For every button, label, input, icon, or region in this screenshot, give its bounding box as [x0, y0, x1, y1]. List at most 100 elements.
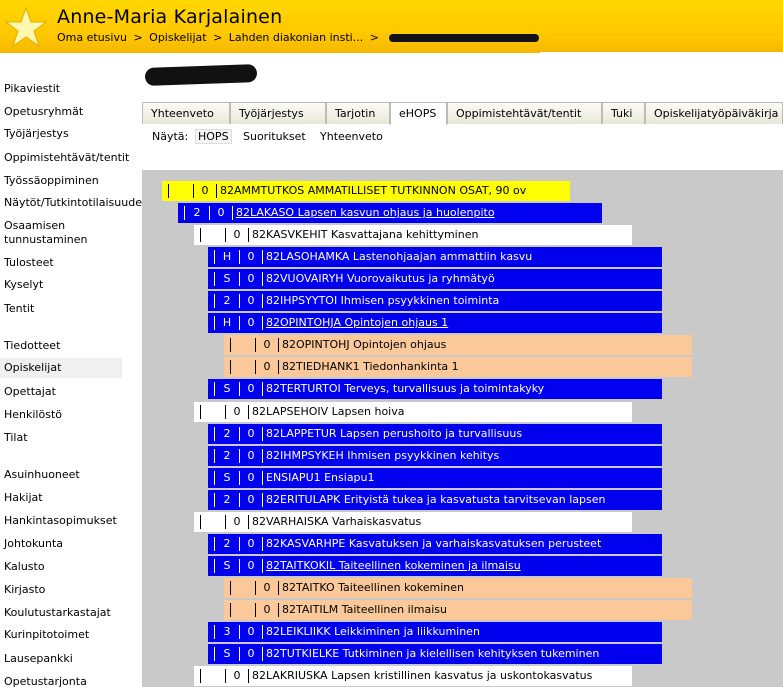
sidebar-item-lausepankki[interactable]: Lausepankki	[4, 652, 73, 665]
breadcrumb-item-home[interactable]: Oma etusivu	[57, 31, 127, 44]
tree-row[interactable]: 0 82LAKRIUSKA Lapsen kristillinen kasvatu…	[194, 666, 632, 686]
tree-row[interactable]: S 0 82TAITKOKIL Taiteellinen kokeminen ja …	[208, 556, 662, 576]
tree-row-separator	[239, 250, 240, 264]
tree-row-credits: 0	[247, 382, 255, 395]
sidebar-item-tunnustaminen[interactable]: tunnustaminen	[4, 233, 87, 246]
tree-row[interactable]: 0 82KASVKEHIT Kasvattajana kehittyminen	[194, 225, 632, 245]
sidebar-item-naytot[interactable]: Näytöt/Tutkintotilaisuudet	[4, 196, 146, 209]
tab-ehops[interactable]: eHOPS	[390, 102, 447, 125]
sidebar-item-opetusryhmat[interactable]: Opetusryhmät	[4, 105, 83, 118]
tree-row-credits: 0	[247, 427, 255, 440]
tree-row[interactable]: 0 82AMMTUTKOS AMMATILLISET TUTKINNON OSAT…	[162, 181, 570, 201]
tree-row[interactable]: S 0 82VUOVAIRYH Vuorovaikutus ja ryhmätyö	[208, 269, 662, 289]
tree-row[interactable]: 0 82TAITKO Taiteellinen kokeminen	[224, 578, 692, 598]
tree-row-separator	[200, 669, 201, 683]
tree-row[interactable]: S 0 ENSIAPU1 Ensiapu1	[208, 468, 662, 488]
breadcrumb-item-students[interactable]: Opiskelijat	[149, 31, 206, 44]
sidebar-item-opetustarjonta[interactable]: Opetustarjonta	[4, 675, 87, 687]
app-window: Anne-Maria Karjalainen Oma etusivu > Opi…	[0, 0, 783, 687]
sidebar-item-opettajat[interactable]: Opettajat	[4, 385, 56, 398]
sidebar-item-kyselyt[interactable]: Kyselyt	[4, 278, 43, 291]
tree-row-separator	[232, 206, 233, 220]
tree-row[interactable]: 0 82TIEDHANK1 Tiedonhankinta 1	[224, 357, 692, 377]
sidebar-item-hankintasopimukset[interactable]: Hankintasopimukset	[4, 514, 117, 527]
tab-tuki[interactable]: Tuki	[602, 102, 645, 124]
sidebar-item-tilat[interactable]: Tilat	[4, 431, 28, 444]
sidebar-item-tyossaoppiminen[interactable]: Työssäoppiminen	[4, 174, 99, 187]
tree-row-label: 82LAPSEHOIV Lapsen hoiva	[252, 405, 405, 418]
tree-row-separator	[214, 625, 215, 639]
sidebar-item-kalusto[interactable]: Kalusto	[4, 560, 45, 573]
view-selector-label: Näytä:	[152, 130, 189, 143]
tree-row-separator	[230, 603, 231, 617]
tree-row-status: S	[223, 471, 231, 484]
sidebar-item-osaamisen[interactable]: Osaamisen	[4, 219, 65, 232]
tree-row[interactable]: H 0 82LASOHAMKA Lastenohjaajan ammattiin k…	[208, 247, 662, 267]
tree-row[interactable]: 2 0 82KASVARHPE Kasvatuksen ja varhaiskasv…	[208, 534, 662, 554]
tree-row-separator	[214, 537, 215, 551]
sidebar-item-pikaviestit[interactable]: Pikaviestit	[4, 82, 60, 95]
tree-row-separator	[230, 581, 231, 595]
tab-bar: Yhteenveto Työjärjestys Tarjotin eHOPS O…	[142, 102, 783, 125]
sidebar-item-hakijat[interactable]: Hakijat	[4, 491, 43, 504]
tree-row[interactable]: S 0 82TUTKIELKE Tutkiminen ja kielellisen …	[208, 644, 662, 664]
breadcrumb-item-institution[interactable]: Lahden diakonian insti...	[229, 31, 363, 44]
tab-tyojarjestys[interactable]: Työjärjestys	[230, 102, 326, 124]
tree-row-label: 82TAITKO Taiteellinen kokeminen	[282, 581, 464, 594]
breadcrumb-separator: >	[133, 31, 143, 44]
tree-row[interactable]: 0 82TAITILM Taiteellinen ilmaisu	[224, 600, 692, 620]
tree-row[interactable]: H 0 82OPINTOHJA Opintojen ohjaus 1	[208, 313, 662, 333]
tree-row-status: 2	[223, 294, 231, 307]
tree-row-label: 82LAPPETUR Lapsen perushoito ja turvalli…	[266, 427, 523, 440]
tree-row-separator	[200, 515, 201, 529]
tree-row[interactable]: 3 0 82LEIKLIIKK Leikkiminen ja liikkuminen	[208, 622, 662, 642]
tree-row-label: 82TAITILM Taiteellinen ilmaisu	[282, 603, 447, 616]
view-option-yhteenveto[interactable]: Yhteenveto	[320, 130, 383, 143]
tab-opiskelijatyopaivakirja[interactable]: Opiskelijatyöpäiväkirja	[645, 102, 783, 124]
tree-row-separator	[262, 647, 263, 661]
tree-row-separator	[214, 272, 215, 286]
tree-row[interactable]: 2 0 82LAPPETUR Lapsen perushoito ja turval…	[208, 424, 662, 444]
view-option-hops[interactable]: HOPS	[195, 129, 232, 144]
tree-row-credits: 0	[247, 294, 255, 307]
tree-row[interactable]: 2 0 82IHPSYYTOI Ihmisen psyykkinen toimint…	[208, 291, 662, 311]
tree-row[interactable]: 0 82LAPSEHOIV Lapsen hoiva	[194, 402, 632, 422]
tree-row-credits: 0	[247, 250, 255, 263]
sidebar-item-johtokunta[interactable]: Johtokunta	[4, 537, 63, 550]
sidebar-item-koulutustarkastajat[interactable]: Koulutustarkastajat	[4, 606, 111, 619]
tree-row-separator	[214, 493, 215, 507]
tab-yhteenveto[interactable]: Yhteenveto	[142, 102, 230, 124]
tree-row-separator	[278, 360, 279, 374]
tree-row-separator	[255, 360, 256, 374]
tree-row-status: H	[222, 250, 232, 263]
tree-row-label[interactable]: 82LAKASO Lapsen kasvun ohjaus ja huolenp…	[236, 206, 495, 219]
sidebar-item-kurinpitotoimet[interactable]: Kurinpitotoimet	[4, 628, 89, 641]
tree-row[interactable]: S 0 82TERTURTOI Terveys, turvallisuus ja t…	[208, 379, 662, 399]
view-option-suoritukset[interactable]: Suoritukset	[243, 130, 306, 143]
sidebar-item-tulosteet[interactable]: Tulosteet	[4, 256, 54, 269]
tree-row-separator	[214, 316, 215, 330]
tree-row[interactable]: 2 0 82ERITULAPK Erityistä tukea ja kasvatu…	[208, 490, 662, 510]
tab-tarjotin[interactable]: Tarjotin	[326, 102, 390, 124]
sidebar-item-kirjasto[interactable]: Kirjasto	[4, 583, 45, 596]
tab-oppimistehtavat[interactable]: Oppimistehtävät/tentit	[447, 102, 602, 124]
tree-row[interactable]: 0 82VARHAISKA Varhaiskasvatus	[194, 512, 632, 532]
tree-row[interactable]: 2 0 82LAKASO Lapsen kasvun ohjaus ja huole…	[178, 203, 602, 223]
breadcrumb-separator: >	[369, 31, 379, 44]
hops-tree: 0 82AMMTUTKOS AMMATILLISET TUTKINNON OSAT…	[142, 170, 783, 687]
tree-row-separator	[262, 471, 263, 485]
tree-row-separator	[214, 471, 215, 485]
tree-row-separator	[200, 405, 201, 419]
sidebar-item-tyojarjestys[interactable]: Työjärjestys	[4, 127, 69, 140]
tree-row-label[interactable]: 82OPINTOHJA Opintojen ohjaus 1	[266, 316, 448, 329]
tree-row[interactable]: 0 82OPINTOHJ Opintojen ohjaus	[224, 335, 692, 355]
sidebar-item-tiedotteet[interactable]: Tiedotteet	[4, 339, 60, 352]
sidebar-item-opiskelijat[interactable]: Opiskelijat	[0, 358, 122, 378]
sidebar-item-tentit[interactable]: Tentit	[4, 302, 34, 315]
sidebar-item-oppimistehtavat[interactable]: Oppimistehtävät/tentit	[4, 151, 129, 164]
sidebar-item-henkilosto[interactable]: Henkilöstö	[4, 408, 62, 421]
tree-row-label: 82LAKRIUSKA Lapsen kristillinen kasvatus…	[252, 669, 593, 682]
tree-row[interactable]: 2 0 82IHMPSYKEH Ihmisen psyykkinen kehitys	[208, 446, 662, 466]
sidebar-item-asuinhuoneet[interactable]: Asuinhuoneet	[4, 468, 80, 481]
tree-row-label[interactable]: 82TAITKOKIL Taiteellinen kokeminen ja il…	[266, 559, 521, 572]
